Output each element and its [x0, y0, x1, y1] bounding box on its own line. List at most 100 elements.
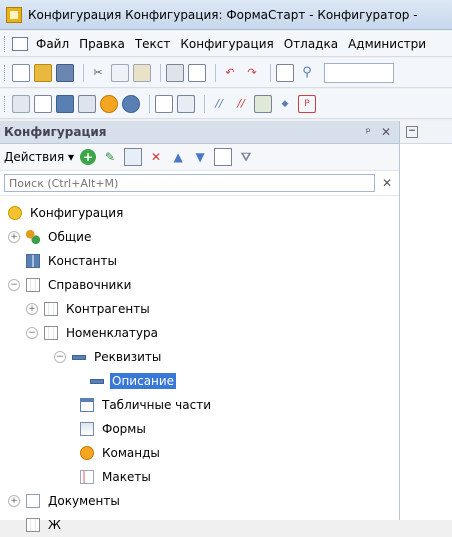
- collapse-icon[interactable]: −: [8, 279, 20, 291]
- filter-icon[interactable]: ⛛: [238, 149, 254, 165]
- toolbar-separator: [270, 63, 271, 82]
- expand-icon[interactable]: +: [8, 231, 20, 243]
- menu-debug[interactable]: Отладка: [284, 37, 338, 51]
- app-icon: [6, 6, 22, 23]
- toolbar-separator: [204, 94, 205, 113]
- common-icon: [26, 230, 40, 244]
- tree-node-description[interactable]: Описание: [0, 369, 400, 393]
- menu-file[interactable]: Файл: [36, 37, 69, 51]
- open-folder-icon[interactable]: [34, 63, 52, 82]
- panel-title: Конфигурация: [4, 125, 107, 139]
- expand-icon[interactable]: +: [8, 495, 20, 507]
- search-icon[interactable]: ⚲: [298, 64, 316, 82]
- attribute-icon: [72, 354, 86, 360]
- database-icon[interactable]: [56, 94, 74, 113]
- menu-administration[interactable]: Администри: [348, 37, 426, 51]
- tree-node-forms[interactable]: Формы: [0, 417, 400, 441]
- menu-bar: Файл Правка Текст Конфигурация Отладка А…: [0, 31, 452, 57]
- uncomment-icon[interactable]: //: [232, 95, 250, 113]
- compare-icon[interactable]: [34, 94, 52, 113]
- configuration-toolbar: // // ◆ P: [0, 89, 452, 119]
- catalog-icon: [44, 326, 58, 340]
- journal-icon: [26, 518, 40, 532]
- cut-icon[interactable]: ✂: [89, 64, 107, 82]
- copy-item-icon[interactable]: [124, 148, 143, 166]
- search-input[interactable]: [4, 174, 375, 192]
- tabular-part-icon: [80, 398, 94, 412]
- parameters-icon[interactable]: P: [298, 94, 316, 113]
- format-icon[interactable]: [254, 94, 272, 113]
- toolbar-search-input[interactable]: [324, 62, 394, 83]
- attribute-icon: [90, 378, 104, 384]
- collapse-icon[interactable]: −: [406, 126, 418, 138]
- main-menu-icon[interactable]: [12, 36, 28, 51]
- config-window-icon[interactable]: [12, 94, 30, 113]
- collapse-icon[interactable]: −: [26, 327, 38, 339]
- add-icon[interactable]: +: [80, 149, 97, 165]
- tree-node-catalogs[interactable]: − Справочники: [0, 273, 400, 297]
- catalog-icon: [26, 278, 40, 292]
- tree-node-counterparties[interactable]: + Контрагенты: [0, 297, 400, 321]
- copy-icon[interactable]: [111, 63, 129, 82]
- menu-text[interactable]: Текст: [135, 37, 171, 51]
- undo-icon[interactable]: ↶: [221, 64, 239, 82]
- configuration-panel: Конфигурация ᵖ ✕ Действия ▾ + ✎ ✕ ▲ ▼ ⛛ …: [0, 121, 400, 532]
- editor-area: −: [400, 121, 452, 520]
- window-titlebar: Конфигурация Конфигурация: ФормаСтарт - …: [0, 0, 452, 30]
- command-icon: [80, 446, 94, 460]
- module-icon[interactable]: [177, 94, 195, 113]
- paste-icon[interactable]: [133, 63, 151, 82]
- move-down-icon[interactable]: ▼: [192, 149, 208, 165]
- menu-edit[interactable]: Правка: [79, 37, 125, 51]
- edit-icon[interactable]: ✎: [102, 149, 118, 165]
- tree-node-common[interactable]: + Общие: [0, 225, 400, 249]
- save-icon[interactable]: [56, 63, 74, 82]
- tree-node-constants[interactable]: Константы: [0, 249, 400, 273]
- close-icon[interactable]: ✕: [381, 125, 391, 139]
- update-db-icon[interactable]: [78, 94, 96, 113]
- procedure-list-icon[interactable]: ◆: [276, 95, 294, 113]
- pin-icon[interactable]: ᵖ: [366, 125, 371, 139]
- constants-icon: [26, 254, 40, 268]
- search-row: ✕: [0, 171, 399, 196]
- configuration-tree: Конфигурация + Общие Константы − Справоч…: [0, 201, 400, 537]
- tree-node-nomenclature[interactable]: − Номенклатура: [0, 321, 400, 345]
- find-in-file-icon[interactable]: [276, 63, 294, 82]
- toolbar-separator: [160, 63, 161, 82]
- actions-menu-button[interactable]: Действия ▾: [4, 150, 74, 164]
- tree-node-documents[interactable]: + Документы: [0, 489, 400, 513]
- run-mode-icon[interactable]: [122, 94, 140, 113]
- new-file-icon[interactable]: [12, 63, 30, 82]
- layout-icon: [80, 470, 94, 484]
- tree-node-partial[interactable]: Ж: [0, 513, 400, 537]
- comment-icon[interactable]: //: [210, 95, 228, 113]
- print-icon[interactable]: [166, 63, 184, 82]
- collapse-icon[interactable]: −: [54, 351, 66, 363]
- document-icon: [26, 494, 40, 508]
- delete-icon[interactable]: ✕: [148, 149, 164, 165]
- move-up-icon[interactable]: ▲: [170, 149, 186, 165]
- window-title: Конфигурация Конфигурация: ФормаСтарт - …: [28, 7, 418, 22]
- toolbar-separator: [215, 63, 216, 82]
- expand-icon[interactable]: +: [26, 303, 38, 315]
- toolbar-grip[interactable]: [4, 64, 8, 81]
- form-icon: [80, 422, 94, 436]
- clear-search-icon[interactable]: ✕: [379, 176, 395, 190]
- tree-node-layouts[interactable]: Макеты: [0, 465, 400, 489]
- tree-node-tabular-parts[interactable]: Табличные части: [0, 393, 400, 417]
- syntax-check-icon[interactable]: [155, 94, 173, 113]
- configuration-icon: [8, 206, 22, 220]
- tree-node-configuration[interactable]: Конфигурация: [0, 201, 400, 225]
- tree-node-commands[interactable]: Команды: [0, 441, 400, 465]
- editor-header: −: [400, 121, 452, 144]
- catalog-icon: [44, 302, 58, 316]
- panel-header: Конфигурация ᵖ ✕: [0, 121, 399, 144]
- sort-icon[interactable]: [214, 148, 233, 166]
- run-debug-icon[interactable]: [100, 94, 118, 113]
- redo-icon[interactable]: ↷: [243, 64, 261, 82]
- menu-configuration[interactable]: Конфигурация: [180, 37, 273, 51]
- toolbar-grip[interactable]: [4, 35, 8, 52]
- toolbar-grip[interactable]: [4, 95, 8, 112]
- tree-node-attributes[interactable]: − Реквизиты: [0, 345, 400, 369]
- print-preview-icon[interactable]: [188, 63, 206, 82]
